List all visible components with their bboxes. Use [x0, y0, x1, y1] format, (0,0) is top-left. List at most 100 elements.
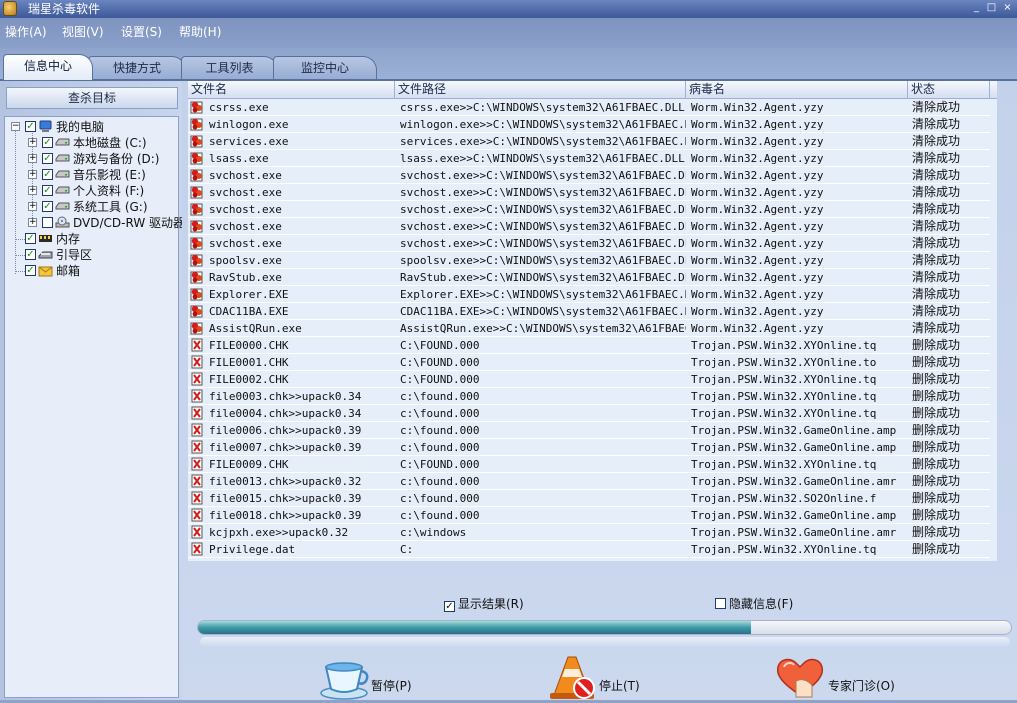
tree-item-checkbox[interactable]: ✓ [42, 169, 53, 180]
table-row[interactable]: svchost.exe svchost.exe>>C:\WINDOWS\syste… [188, 167, 990, 184]
table-row[interactable]: svchost.exe svchost.exe>>C:\WINDOWS\syste… [188, 235, 990, 252]
file-name-cell: svchost.exe [188, 184, 395, 201]
tree-item-checkbox[interactable]: ✓ [25, 249, 36, 260]
table-row[interactable]: FILE0002.CHK C:\FOUND.000 Trojan.PSW.Win32… [188, 371, 990, 388]
status-cell: 删除成功 [908, 439, 990, 456]
file-name-cell: services.exe [188, 133, 395, 150]
table-row[interactable]: file0018.chk>>upack0.39 c:\found.000 Troja… [188, 507, 990, 524]
mailbox-icon [38, 264, 53, 277]
menu-settings[interactable]: 设置(S) [121, 24, 162, 40]
tree-item-checkbox[interactable]: ✓ [42, 185, 53, 196]
table-row[interactable]: services.exe services.exe>>C:\WINDOWS\sys… [188, 133, 990, 150]
tab-shortcuts[interactable]: 快捷方式 [88, 56, 186, 80]
table-row[interactable]: file0006.chk>>upack0.39 c:\found.000 Troja… [188, 422, 990, 439]
file-name-text: file0004.chk>>upack0.34 [209, 407, 362, 420]
tree-item[interactable]: + ✓ 本地磁盘 (C:) [5, 135, 177, 151]
tree-item-checkbox[interactable]: ✓ [42, 201, 53, 212]
tree-item-checkbox[interactable]: ✓ [42, 153, 53, 164]
expand-icon[interactable]: + [28, 154, 37, 163]
table-row[interactable]: FILE0000.CHK C:\FOUND.000 Trojan.PSW.Win32… [188, 337, 990, 354]
table-row[interactable]: file0003.chk>>upack0.34 c:\found.000 Troja… [188, 388, 990, 405]
tree-item[interactable]: + ✓ 游戏与备份 (D:) [5, 151, 177, 167]
file-name-cell: Privilege.dat [188, 541, 395, 558]
expand-icon[interactable]: + [28, 186, 37, 195]
status-cell: 删除成功 [908, 473, 990, 490]
table-row[interactable]: RavStub.exe RavStub.exe>>C:\WINDOWS\syste… [188, 269, 990, 286]
infected-file-icon [190, 202, 204, 216]
tree-item-checkbox[interactable] [42, 217, 53, 228]
expert-clinic-label: 专家门诊(O) [828, 679, 895, 693]
tree-item[interactable]: + ✓ 系统工具 (G:) [5, 199, 177, 215]
tree-item[interactable]: ✓ 邮箱 [5, 263, 177, 279]
hide-info-option[interactable]: 隐藏信息(F) [715, 597, 793, 611]
infected-file-icon [190, 117, 204, 131]
table-row[interactable]: file0007.chk>>upack0.39 c:\found.000 Troja… [188, 439, 990, 456]
close-icon[interactable]: × [1002, 2, 1013, 14]
infected-file-icon [190, 185, 204, 199]
table-row[interactable]: spoolsv.exe spoolsv.exe>>C:\WINDOWS\syste… [188, 252, 990, 269]
status-cell: 清除成功 [908, 150, 990, 167]
table-row[interactable]: Explorer.EXE Explorer.EXE>>C:\WINDOWS\sys… [188, 286, 990, 303]
table-row[interactable]: FILE0001.CHK C:\FOUND.000 Trojan.PSW.Win32… [188, 354, 990, 371]
deleted-file-icon [190, 372, 204, 386]
tree-item[interactable]: + ✓ 个人资料 (F:) [5, 183, 177, 199]
show-results-checkbox[interactable]: ✓ [444, 601, 455, 612]
maximize-icon[interactable]: □ [986, 2, 997, 14]
results-table: 文件名 文件路径 病毒名 状态 csrss.exe csrss.exe>>C:\W… [188, 81, 997, 561]
show-results-option[interactable]: ✓ 显示结果(R) [444, 597, 524, 612]
tree-item[interactable]: + DVD/CD-RW 驱动器 [5, 215, 185, 231]
expert-clinic-button[interactable]: 专家门诊(O) [774, 655, 904, 700]
hide-info-checkbox[interactable] [715, 598, 726, 609]
table-row[interactable]: file0015.chk>>upack0.39 c:\found.000 Troja… [188, 490, 990, 507]
col-file-name[interactable]: 文件名 [188, 81, 395, 98]
expand-icon[interactable]: + [28, 202, 37, 211]
expand-icon[interactable]: + [28, 218, 37, 227]
expand-icon[interactable]: + [28, 138, 37, 147]
tab-monitor-center[interactable]: 监控中心 [273, 56, 377, 80]
tree-item[interactable]: ✓ 引导区 [5, 247, 177, 263]
stop-button[interactable]: 停止(T) [548, 655, 648, 700]
pause-button[interactable]: 暂停(P) [320, 655, 430, 700]
table-row[interactable]: svchost.exe svchost.exe>>C:\WINDOWS\syste… [188, 218, 990, 235]
table-row[interactable]: svchost.exe svchost.exe>>C:\WINDOWS\syste… [188, 201, 990, 218]
scan-progress-fill [198, 621, 751, 634]
minimize-icon[interactable]: _ [971, 2, 982, 14]
table-row[interactable]: file0013.chk>>upack0.32 c:\found.000 Troja… [188, 473, 990, 490]
tab-tool-list[interactable]: 工具列表 [181, 56, 278, 80]
col-status[interactable]: 状态 [908, 81, 990, 98]
menu-operate[interactable]: 操作(A) [5, 24, 47, 40]
file-name-text: file0007.chk>>upack0.39 [209, 441, 362, 454]
table-row[interactable]: file0004.chk>>upack0.34 c:\found.000 Troja… [188, 405, 990, 422]
infected-file-icon [190, 236, 204, 250]
table-row[interactable]: csrss.exe csrss.exe>>C:\WINDOWS\system32\… [188, 99, 990, 116]
virus-name-cell: Worm.Win32.Agent.yzy [686, 235, 908, 252]
menu-view[interactable]: 视图(V) [62, 24, 104, 40]
table-row[interactable]: CDAC11BA.EXE CDAC11BA.EXE>>C:\WINDOWS\sys… [188, 303, 990, 320]
infected-file-icon [190, 287, 204, 301]
tab-info-center[interactable]: 信息中心 [3, 54, 93, 80]
tree-item[interactable]: − ✓ 我的电脑 [5, 119, 177, 135]
menu-help[interactable]: 帮助(H) [179, 24, 221, 40]
file-name-text: svchost.exe [209, 186, 282, 199]
col-file-path[interactable]: 文件路径 [395, 81, 686, 98]
infected-file-icon [190, 321, 204, 335]
table-row[interactable]: FILE0009.CHK C:\FOUND.000 Trojan.PSW.Win32… [188, 456, 990, 473]
table-row[interactable]: Privilege.dat C: Trojan.PSW.Win32.XYOnline… [188, 541, 990, 558]
expand-icon[interactable]: + [28, 170, 37, 179]
file-name-cell: lsass.exe [188, 150, 395, 167]
table-row[interactable]: lsass.exe lsass.exe>>C:\WINDOWS\system32\… [188, 150, 990, 167]
status-cell: 删除成功 [908, 524, 990, 541]
table-row[interactable]: AssistQRun.exe AssistQRun.exe>>C:\WINDOWS… [188, 320, 990, 337]
table-row[interactable]: winlogon.exe winlogon.exe>>C:\WINDOWS\sys… [188, 116, 990, 133]
col-virus-name[interactable]: 病毒名 [686, 81, 908, 98]
table-row[interactable]: svchost.exe svchost.exe>>C:\WINDOWS\syste… [188, 184, 990, 201]
tree-item[interactable]: ✓ 内存 [5, 231, 177, 247]
table-row[interactable]: kcjpxh.exe>>upack0.32 c:\windows Trojan.PS… [188, 524, 990, 541]
collapse-icon[interactable]: − [11, 122, 20, 131]
tree-item-label: 邮箱 [56, 264, 81, 278]
tree-item-checkbox[interactable]: ✓ [25, 265, 36, 276]
tree-item-checkbox[interactable]: ✓ [25, 121, 36, 132]
tree-item-checkbox[interactable]: ✓ [42, 137, 53, 148]
tree-item[interactable]: + ✓ 音乐影视 (E:) [5, 167, 177, 183]
tree-item-checkbox[interactable]: ✓ [25, 233, 36, 244]
